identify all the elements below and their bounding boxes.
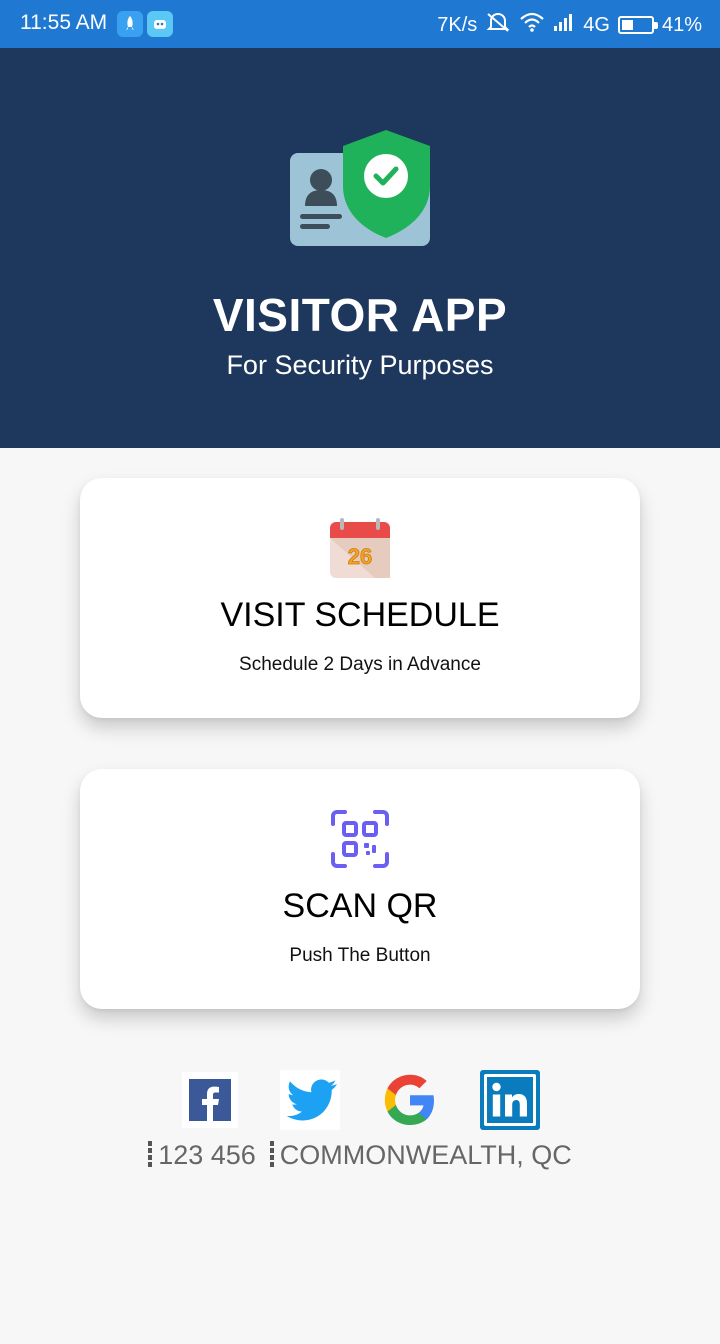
calendar-day: 26 bbox=[348, 544, 372, 569]
facebook-icon[interactable] bbox=[180, 1070, 240, 1130]
app-header: VISITOR APP For Security Purposes bbox=[0, 48, 720, 448]
wifi-icon bbox=[519, 11, 545, 39]
status-bar: 11:55 AM 7K/s 4G 41% bbox=[0, 0, 720, 48]
google-icon[interactable] bbox=[380, 1070, 440, 1130]
signal-icon bbox=[553, 12, 575, 38]
social-links bbox=[0, 1070, 720, 1130]
footer-info: 123 456 COMMONWEALTH, QC bbox=[0, 1140, 720, 1171]
battery-percent: 41% bbox=[661, 13, 702, 36]
app-subtitle: For Security Purposes bbox=[226, 350, 494, 380]
mute-icon bbox=[485, 11, 511, 39]
location-divider-icon bbox=[269, 1141, 274, 1167]
visit-schedule-title: VISIT SCHEDULE bbox=[220, 596, 500, 634]
visit-schedule-subtitle: Schedule 2 Days in Advance bbox=[239, 654, 481, 675]
calendar-icon: 26 bbox=[330, 518, 390, 578]
status-time: 11:55 AM bbox=[20, 11, 108, 34]
twitter-icon[interactable] bbox=[280, 1070, 340, 1130]
battery-icon bbox=[617, 16, 658, 34]
network-type: 4G bbox=[583, 13, 610, 36]
robot-app-icon bbox=[147, 11, 173, 37]
qr-code-icon bbox=[331, 810, 389, 868]
rocket-app-icon bbox=[117, 11, 143, 37]
network-speed: 7K/s bbox=[437, 13, 478, 36]
visit-schedule-card[interactable]: 26 VISIT SCHEDULE Schedule 2 Days in Adv… bbox=[80, 478, 640, 718]
notification-icons bbox=[117, 11, 173, 37]
status-right: 7K/s 4G 41% bbox=[437, 11, 702, 39]
scan-qr-title: SCAN QR bbox=[282, 887, 438, 925]
footer-location: COMMONWEALTH, QC bbox=[279, 1140, 572, 1170]
scan-qr-subtitle: Push The Button bbox=[289, 945, 431, 966]
scan-qr-card[interactable]: SCAN QR Push The Button bbox=[80, 769, 640, 1009]
phone-divider-icon bbox=[148, 1141, 153, 1167]
linkedin-icon[interactable] bbox=[480, 1070, 540, 1130]
id-card-shield-icon bbox=[290, 130, 430, 246]
footer-phone: 123 456 bbox=[158, 1140, 256, 1170]
app-title: VISITOR APP bbox=[212, 289, 508, 341]
